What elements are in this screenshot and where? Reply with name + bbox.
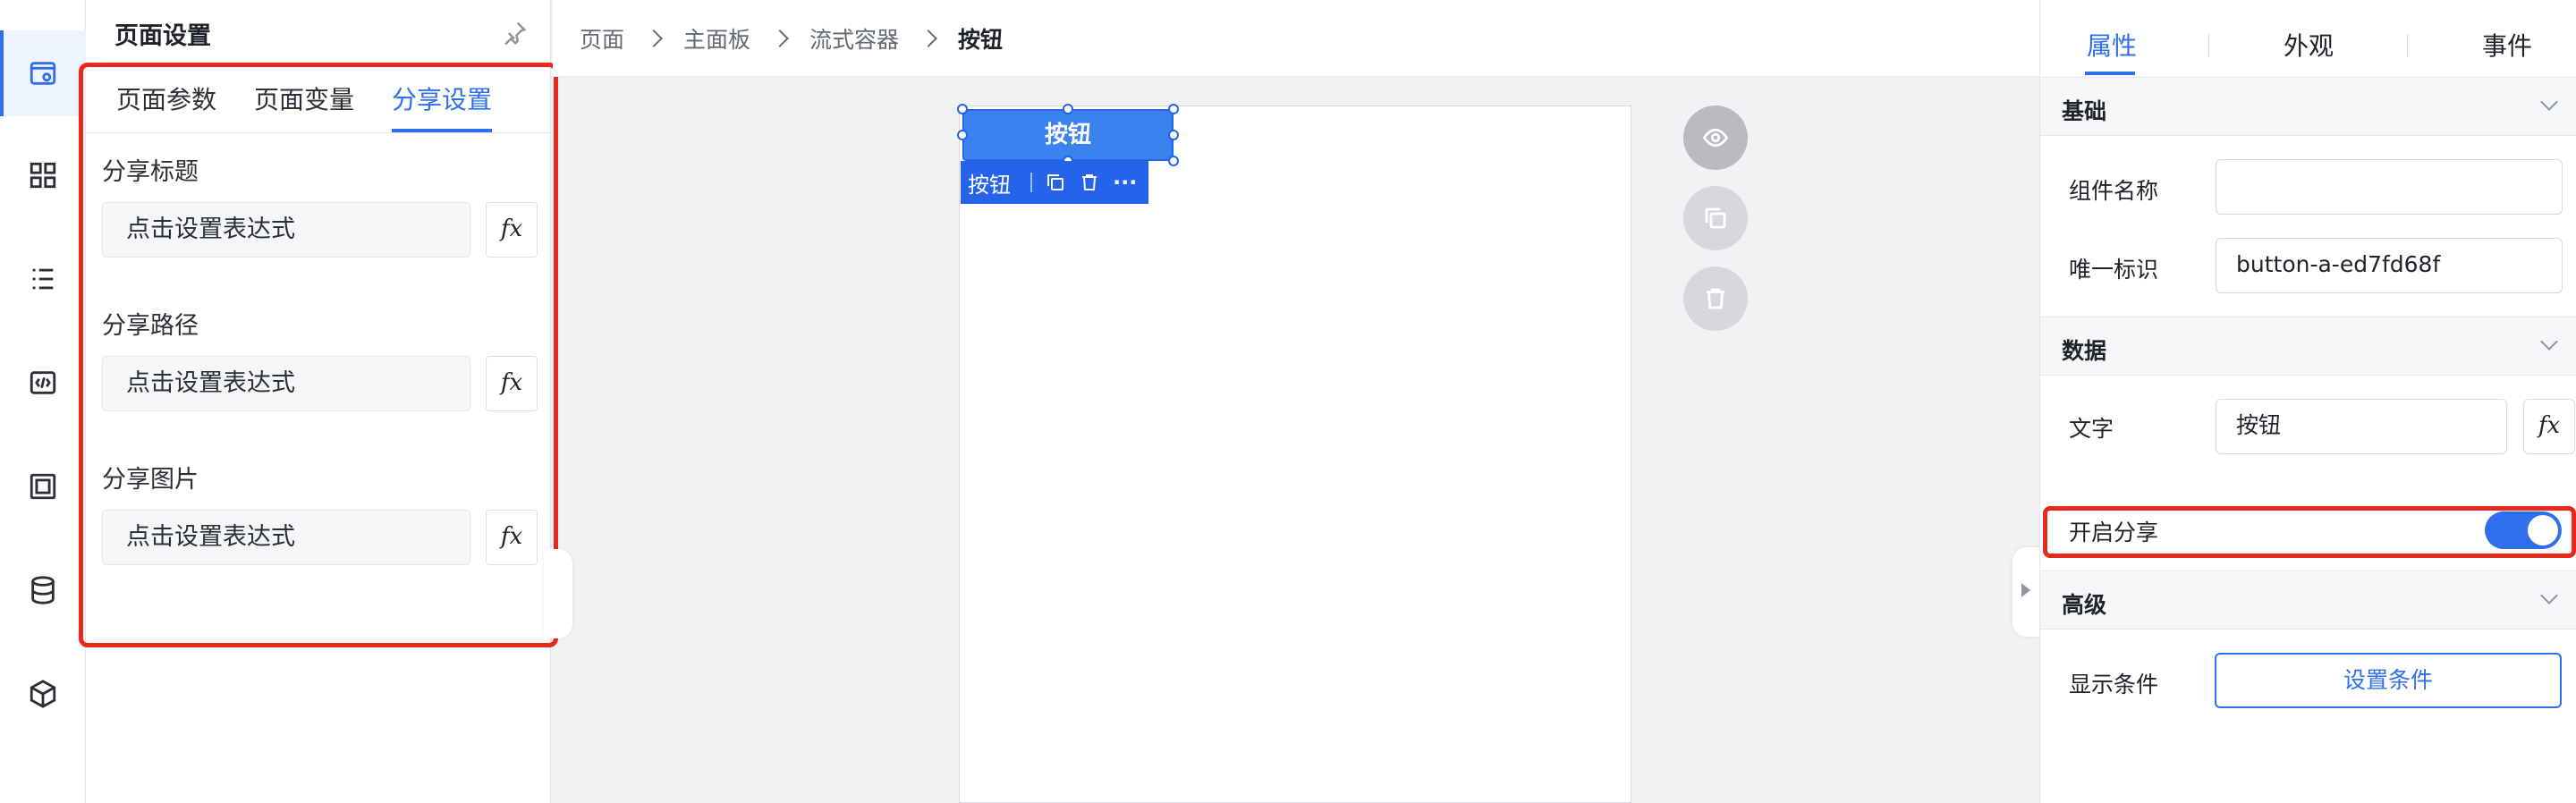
section-basic-header[interactable]: 基础 [2040,77,2576,136]
copy-icon[interactable] [1045,172,1066,193]
database-icon [31,576,55,604]
collapse-right-panel-handle[interactable] [2012,547,2041,637]
display-condition-label: 显示条件 [2069,672,2159,697]
template-icon [30,473,56,500]
panel-highlight-box [79,63,558,647]
tab-events[interactable]: 事件 [2482,27,2532,63]
text-input[interactable]: 按钮 [2216,399,2507,454]
tab-properties[interactable]: 属性 [2087,27,2137,63]
unique-id-label: 唯一标识 [2069,257,2159,283]
selected-button-component[interactable]: 按钮 [962,109,1174,161]
chevron-right-icon [919,29,937,47]
pin-icon [504,21,527,46]
delete-icon[interactable] [1079,172,1100,193]
unique-id-input[interactable]: button-a-ed7fd68f [2216,238,2563,293]
breadcrumb-item-flow-container[interactable]: 流式容器 [809,22,899,55]
chevron-down-icon [2540,333,2558,351]
component-toolbar-label: 按钮 [968,172,1011,198]
breadcrumb-item-main-panel[interactable]: 主面板 [683,22,750,55]
section-data-header[interactable]: 数据 [2040,317,2576,376]
chevron-right-icon [645,29,663,47]
pin-button[interactable] [501,20,530,48]
component-name-input[interactable] [2216,159,2563,215]
toolbar-divider [1030,173,1032,192]
section-advanced-title: 高级 [2062,592,2107,618]
resize-handle[interactable] [1168,104,1179,114]
eye-icon [1702,128,1729,148]
set-condition-button[interactable]: 设置条件 [2215,653,2562,708]
resize-handle[interactable] [957,130,968,140]
breadcrumb: 页面 主面板 流式容器 按钮 [553,0,2039,77]
chevron-right-icon [771,29,789,47]
delete-page-button[interactable] [1683,266,1748,331]
more-icon[interactable]: ··· [1113,170,1137,195]
component-name-label: 组件名称 [2069,178,2159,204]
design-canvas[interactable] [959,106,1631,803]
section-advanced-header[interactable]: 高级 [2040,571,2576,630]
text-label: 文字 [2069,416,2114,442]
tab-separator [2407,34,2408,57]
breadcrumb-item-page[interactable]: 页面 [580,22,624,55]
collapse-left-panel-handle[interactable] [544,549,572,638]
left-icon-rail [0,0,86,803]
active-tab-underline [2085,72,2135,75]
tab-appearance[interactable]: 外观 [2284,27,2334,63]
outline-tree-icon [32,268,54,290]
package-icon [30,680,56,708]
resize-handle[interactable] [1168,130,1179,140]
chevron-down-icon [2540,93,2558,111]
share-highlight-box [2043,506,2576,558]
chevron-down-icon [2540,587,2558,604]
rail-outline[interactable] [0,236,86,322]
rail-code[interactable] [0,340,86,426]
trash-icon [1707,288,1724,309]
preview-button[interactable] [1683,106,1748,170]
rail-template[interactable] [0,444,86,529]
rail-components[interactable] [0,132,86,218]
code-icon [30,371,56,394]
resize-handle[interactable] [1063,104,1073,114]
breadcrumb-item-button: 按钮 [958,26,1004,53]
panel-title: 页面设置 [114,22,211,50]
resize-handle[interactable] [1168,156,1179,166]
rail-package[interactable] [0,651,86,737]
rail-database[interactable] [0,547,86,633]
rail-page-settings[interactable] [0,30,86,116]
tab-separator [2208,34,2209,57]
text-fx-button[interactable]: fx [2523,399,2575,454]
component-toolbar: 按钮 ··· [961,161,1148,204]
copy-page-button[interactable] [1683,186,1748,250]
resize-handle[interactable] [957,104,968,114]
components-grid-icon [30,162,56,189]
section-basic-title: 基础 [2062,98,2107,124]
caret-right-icon [2021,583,2030,597]
page-settings-icon [30,62,56,85]
section-data-title: 数据 [2062,338,2107,364]
copy-icon [1705,207,1726,229]
